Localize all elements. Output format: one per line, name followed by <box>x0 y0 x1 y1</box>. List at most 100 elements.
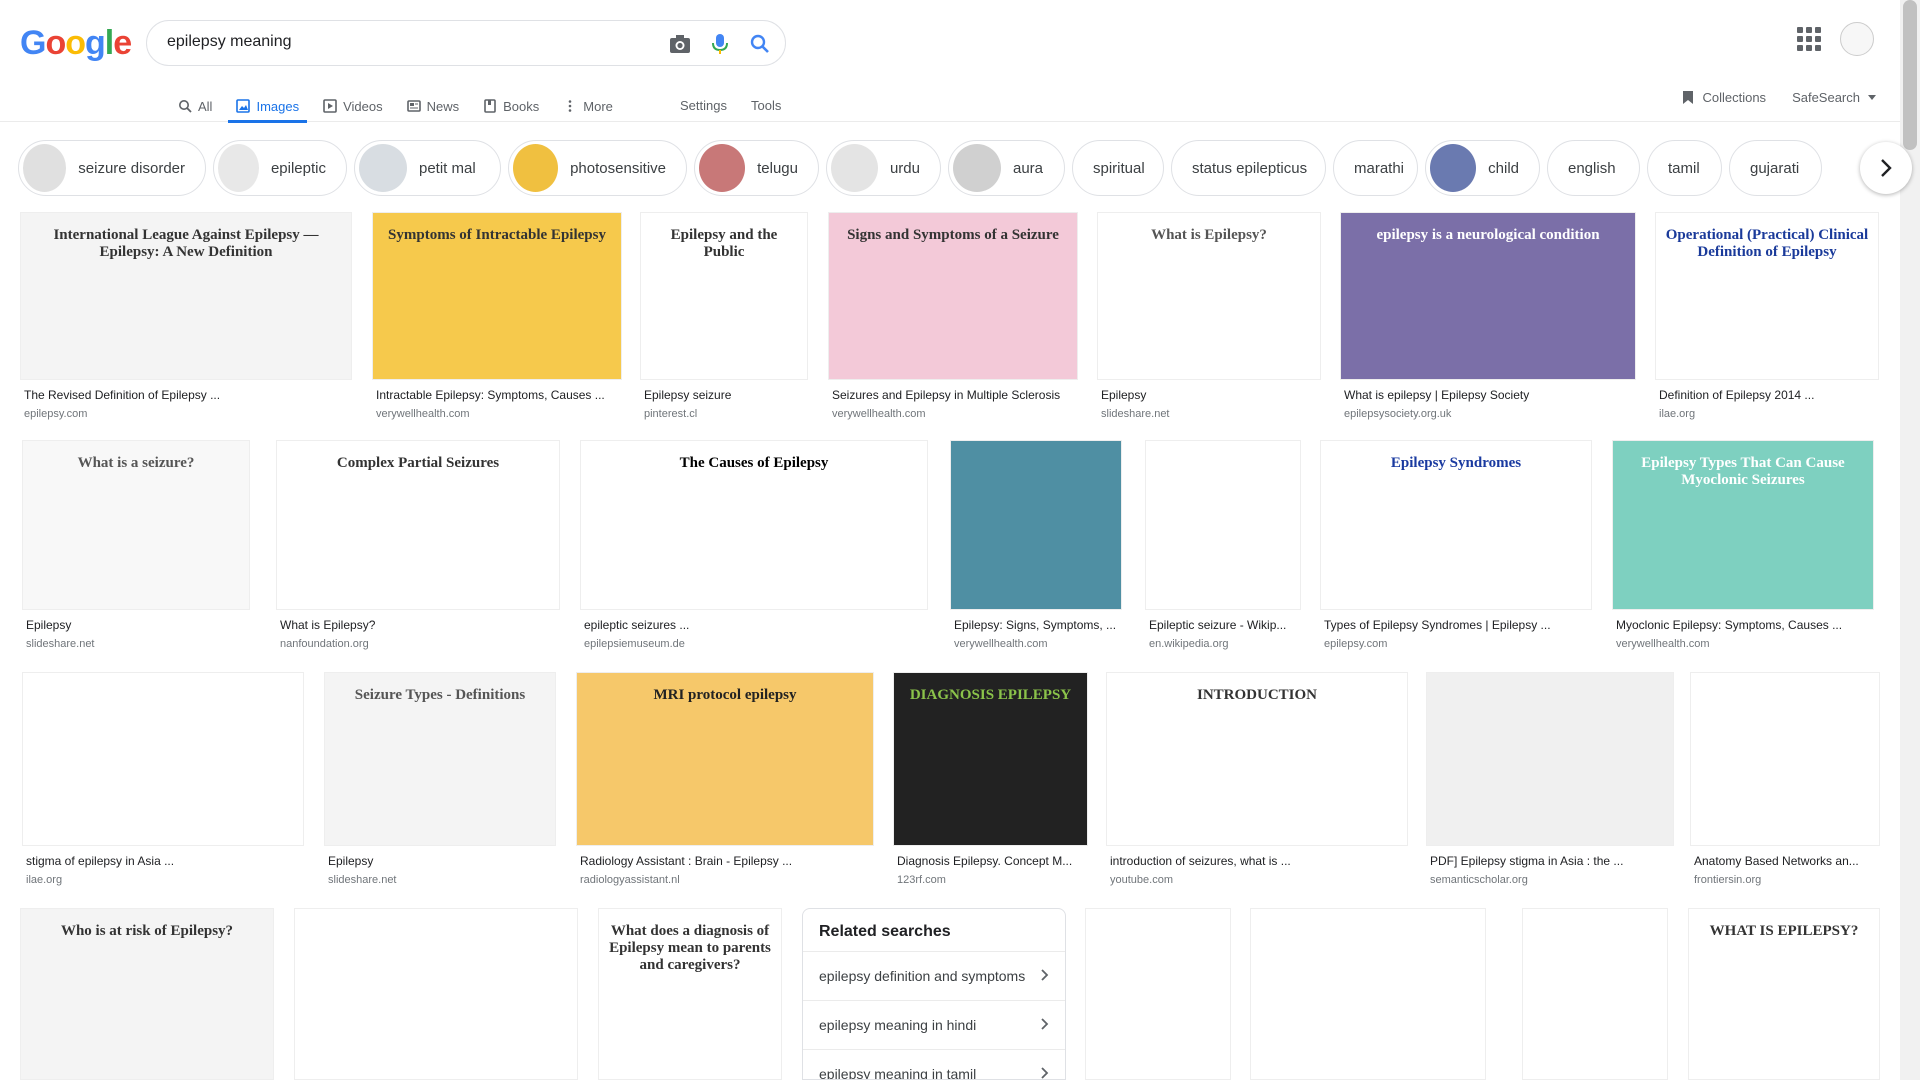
tab-news[interactable]: News <box>395 90 472 122</box>
settings-link[interactable]: Settings <box>668 90 739 122</box>
result-thumbnail[interactable] <box>1250 908 1486 1080</box>
collections-link[interactable]: Collections <box>1682 90 1766 105</box>
image-result[interactable] <box>294 908 578 1080</box>
result-source[interactable]: youtube.com <box>1110 874 1408 886</box>
result-title[interactable]: Myoclonic Epilepsy: Symptoms, Causes ... <box>1616 618 1874 632</box>
image-result[interactable]: stigma of epilepsy in Asia ... ilae.org <box>22 672 304 886</box>
result-title[interactable]: Definition of Epilepsy 2014 ... <box>1659 388 1879 402</box>
related-search-item[interactable]: epilepsy meaning in tamil <box>803 1049 1065 1079</box>
result-source[interactable]: slideshare.net <box>328 874 556 886</box>
result-title[interactable]: What is Epilepsy? <box>280 618 560 632</box>
safesearch-dropdown[interactable]: SafeSearch <box>1792 90 1876 105</box>
result-thumbnail[interactable]: epilepsy is a neurological condition <box>1340 212 1636 380</box>
image-result[interactable]: INTRODUCTION introduction of seizures, wh… <box>1106 672 1408 886</box>
image-result[interactable]: Operational (Practical) Clinical Definit… <box>1655 212 1879 420</box>
tab-videos[interactable]: Videos <box>311 90 395 122</box>
image-result[interactable]: Signs and Symptoms of a Seizure Seizures … <box>828 212 1078 420</box>
result-title[interactable]: Epilepsy seizure <box>644 388 808 402</box>
result-thumbnail[interactable] <box>294 908 578 1080</box>
result-title[interactable]: Epilepsy <box>328 854 556 868</box>
result-thumbnail[interactable] <box>1426 672 1674 846</box>
image-result[interactable] <box>1522 908 1668 1080</box>
related-search-item[interactable]: epilepsy definition and symptoms <box>803 951 1065 1000</box>
image-result[interactable]: PDF] Epilepsy stigma in Asia : the ... se… <box>1426 672 1674 886</box>
chip-spiritual[interactable]: spiritual <box>1072 140 1164 196</box>
result-source[interactable]: nanfoundation.org <box>280 638 560 650</box>
search-box[interactable] <box>146 20 786 66</box>
microphone-icon[interactable] <box>707 31 733 57</box>
google-logo[interactable]: Google <box>20 24 132 63</box>
tab-more[interactable]: More <box>551 90 625 122</box>
chip-petit-mal[interactable]: petit mal <box>354 140 501 196</box>
result-thumbnail[interactable]: Signs and Symptoms of a Seizure <box>828 212 1078 380</box>
tab-books[interactable]: Books <box>471 90 551 122</box>
scrollbar-thumb[interactable] <box>1903 0 1917 150</box>
tab-images[interactable]: Images <box>224 90 311 123</box>
result-source[interactable]: verywellhealth.com <box>1616 638 1874 650</box>
image-result[interactable]: The Causes of Epilepsy epileptic seizures… <box>580 440 928 650</box>
image-result[interactable]: Who is at risk of Epilepsy? <box>20 908 274 1080</box>
image-result[interactable]: DIAGNOSIS EPILEPSY Diagnosis Epilepsy. Co… <box>893 672 1088 886</box>
result-thumbnail[interactable]: Epilepsy Syndromes <box>1320 440 1592 610</box>
result-source[interactable]: pinterest.cl <box>644 408 808 420</box>
result-title[interactable]: Seizures and Epilepsy in Multiple Sclero… <box>832 388 1078 402</box>
result-title[interactable]: Diagnosis Epilepsy. Concept M... <box>897 854 1088 868</box>
result-thumbnail[interactable] <box>1522 908 1668 1080</box>
image-result[interactable]: epilepsy is a neurological condition What… <box>1340 212 1636 420</box>
chip-seizure-disorder[interactable]: seizure disorder <box>18 140 206 196</box>
result-thumbnail[interactable]: What is a seizure? <box>22 440 250 610</box>
chip-tamil[interactable]: tamil <box>1647 140 1722 196</box>
result-source[interactable]: verywellhealth.com <box>376 408 622 420</box>
result-thumbnail[interactable]: Who is at risk of Epilepsy? <box>20 908 274 1080</box>
camera-icon[interactable] <box>667 31 693 57</box>
tools-link[interactable]: Tools <box>739 90 793 122</box>
result-thumbnail[interactable]: The Causes of Epilepsy <box>580 440 928 610</box>
image-result[interactable]: International League Against Epilepsy — … <box>20 212 352 420</box>
result-source[interactable]: epilepsy.com <box>24 408 352 420</box>
result-thumbnail[interactable]: MRI protocol epilepsy <box>576 672 874 846</box>
result-source[interactable]: slideshare.net <box>1101 408 1321 420</box>
result-thumbnail[interactable]: Seizure Types - Definitions <box>324 672 556 846</box>
result-source[interactable]: epilepsysociety.org.uk <box>1344 408 1636 420</box>
result-thumbnail[interactable] <box>950 440 1122 610</box>
chip-marathi[interactable]: marathi <box>1333 140 1418 196</box>
result-thumbnail[interactable]: Symptoms of Intractable Epilepsy <box>372 212 622 380</box>
result-thumbnail[interactable]: Epilepsy Types That Can Cause Myoclonic … <box>1612 440 1874 610</box>
image-result[interactable]: WHAT IS EPILEPSY? <box>1688 908 1880 1080</box>
image-result[interactable]: Symptoms of Intractable Epilepsy Intracta… <box>372 212 622 420</box>
related-search-item[interactable]: epilepsy meaning in hindi <box>803 1000 1065 1049</box>
image-result[interactable]: Seizure Types - Definitions Epilepsy slide… <box>324 672 556 886</box>
result-title[interactable]: Epilepsy <box>1101 388 1321 402</box>
image-result[interactable]: Epilepsy: Signs, Symptoms, ... verywellhe… <box>950 440 1122 650</box>
result-title[interactable]: What is epilepsy | Epilepsy Society <box>1344 388 1636 402</box>
result-title[interactable]: epileptic seizures ... <box>584 618 928 632</box>
result-thumbnail[interactable]: Operational (Practical) Clinical Definit… <box>1655 212 1879 380</box>
result-title[interactable]: stigma of epilepsy in Asia ... <box>26 854 304 868</box>
search-icon[interactable] <box>747 31 773 57</box>
result-source[interactable]: semanticscholar.org <box>1430 874 1674 886</box>
result-title[interactable]: Anatomy Based Networks an... <box>1694 854 1880 868</box>
chip-english[interactable]: english <box>1547 140 1640 196</box>
result-thumbnail[interactable] <box>1085 908 1231 1080</box>
chip-child[interactable]: child <box>1425 140 1540 196</box>
result-thumbnail[interactable] <box>22 672 304 846</box>
apps-grid-icon[interactable] <box>1794 24 1822 52</box>
result-title[interactable]: Epilepsy: Signs, Symptoms, ... <box>954 618 1122 632</box>
result-source[interactable]: en.wikipedia.org <box>1149 638 1301 650</box>
image-result[interactable] <box>1250 908 1486 1080</box>
image-result[interactable]: Complex Partial Seizures What is Epilepsy… <box>276 440 560 650</box>
chip-telugu[interactable]: telugu <box>694 140 819 196</box>
result-title[interactable]: Radiology Assistant : Brain - Epilepsy .… <box>580 854 874 868</box>
result-source[interactable]: radiologyassistant.nl <box>580 874 874 886</box>
image-result[interactable]: Epilepsy Syndromes Types of Epilepsy Synd… <box>1320 440 1592 650</box>
chips-next-button[interactable] <box>1860 142 1912 194</box>
result-thumbnail[interactable]: INTRODUCTION <box>1106 672 1408 846</box>
result-thumbnail[interactable]: International League Against Epilepsy — … <box>20 212 352 380</box>
result-source[interactable]: ilae.org <box>1659 408 1879 420</box>
image-result[interactable]: MRI protocol epilepsy Radiology Assistant… <box>576 672 874 886</box>
image-result[interactable]: What is a seizure? Epilepsy slideshare.net <box>22 440 250 650</box>
result-title[interactable]: Intractable Epilepsy: Symptoms, Causes .… <box>376 388 622 402</box>
result-thumbnail[interactable]: What is Epilepsy? <box>1097 212 1321 380</box>
result-source[interactable]: verywellhealth.com <box>832 408 1078 420</box>
result-source[interactable]: slideshare.net <box>26 638 250 650</box>
